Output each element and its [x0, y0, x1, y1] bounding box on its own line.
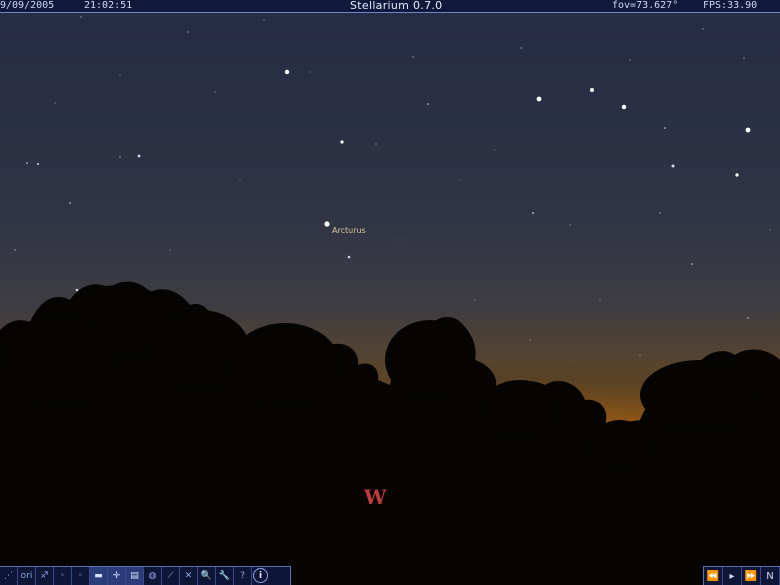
star[interactable] — [590, 88, 594, 92]
star[interactable] — [520, 47, 522, 49]
constellation-art-icon: ♐ — [40, 571, 49, 581]
star[interactable] — [747, 317, 749, 319]
star[interactable] — [239, 179, 241, 181]
ground-button[interactable]: ▬ — [90, 567, 108, 585]
nebula-icon: ◍ — [148, 571, 157, 581]
atmosphere-button[interactable]: ▤ — [126, 567, 144, 585]
star[interactable] — [375, 143, 377, 145]
date-readout: 9/09/2005 — [0, 0, 55, 11]
star[interactable] — [599, 299, 601, 301]
ground-icon: ▬ — [94, 571, 103, 581]
star[interactable] — [284, 69, 290, 75]
star[interactable] — [324, 221, 330, 227]
star[interactable] — [80, 16, 82, 18]
info-button[interactable]: i — [253, 568, 268, 583]
star[interactable] — [137, 154, 141, 158]
search-button[interactable]: 🔍 — [198, 567, 216, 585]
constellation-art-button[interactable]: ♐ — [36, 567, 54, 585]
fast-forward-icon: ⏩ — [744, 570, 758, 582]
stellarium-window: Arcturus W 9/09/2005 21:02:51 Stellarium… — [0, 0, 780, 585]
equatorial-mount-icon: ⟋ — [167, 571, 174, 581]
main-toolbar: ⋰ ori ♐ ◦ ◦ ▬ ✛ ▤ ◍ ⟋ ✕ 🔍 🔧 ? i — [0, 566, 291, 585]
sky-view[interactable] — [0, 0, 780, 585]
star[interactable] — [474, 299, 476, 301]
cardinal-point-west: W — [364, 485, 387, 509]
star[interactable] — [769, 229, 771, 231]
azimuth-grid-button[interactable]: ◦ — [54, 567, 72, 585]
star[interactable] — [214, 91, 216, 93]
fov-readout: fov=73.627° — [612, 0, 679, 11]
rewind-button[interactable]: ⏪ — [704, 567, 723, 585]
star[interactable] — [309, 71, 311, 73]
star[interactable] — [399, 239, 401, 241]
rewind-icon: ⏪ — [706, 570, 720, 582]
star[interactable] — [702, 28, 704, 30]
azimuth-grid-icon: ◦ — [59, 571, 66, 581]
equatorial-mount-button[interactable]: ⟋ — [162, 567, 180, 585]
cardinal-points-icon: ✛ — [112, 571, 121, 581]
star[interactable] — [427, 103, 429, 105]
star[interactable] — [119, 156, 121, 158]
top-status-bar: 9/09/2005 21:02:51 Stellarium 0.7.0 fov=… — [0, 0, 780, 13]
star[interactable] — [14, 249, 16, 251]
constellation-names-icon: ori — [20, 571, 33, 581]
star[interactable] — [347, 255, 351, 259]
app-title: Stellarium 0.7.0 — [350, 0, 443, 12]
constellation-lines-icon: ⋰ — [4, 571, 13, 581]
star[interactable] — [671, 164, 675, 168]
goto-button[interactable]: ✕ — [180, 567, 198, 585]
star[interactable] — [529, 339, 531, 341]
goto-icon: ✕ — [184, 571, 193, 581]
help-icon: ? — [240, 571, 245, 581]
star[interactable] — [459, 179, 461, 181]
time-readout: 21:02:51 — [84, 0, 133, 11]
now-icon: N — [766, 570, 774, 582]
search-icon: 🔍 — [200, 571, 213, 581]
configuration-icon: 🔧 — [218, 571, 231, 581]
star[interactable] — [187, 31, 189, 33]
equatorial-grid-icon: ◦ — [77, 571, 84, 581]
star[interactable] — [536, 96, 542, 102]
star[interactable] — [169, 249, 171, 251]
star[interactable] — [639, 354, 641, 356]
atmosphere-icon: ▤ — [130, 571, 139, 581]
equatorial-grid-button[interactable]: ◦ — [72, 567, 90, 585]
star[interactable] — [69, 202, 71, 204]
star[interactable] — [745, 127, 751, 133]
star[interactable] — [659, 212, 661, 214]
star[interactable] — [569, 224, 571, 226]
time-control-bar: ⏪ ▸ ⏩ N — [703, 566, 780, 585]
star[interactable] — [54, 102, 56, 104]
now-button[interactable]: N — [761, 567, 780, 585]
star[interactable] — [119, 74, 121, 76]
star-label-arcturus[interactable]: Arcturus — [332, 226, 366, 235]
fast-forward-button[interactable]: ⏩ — [742, 567, 761, 585]
configuration-button[interactable]: 🔧 — [216, 567, 234, 585]
star[interactable] — [743, 57, 745, 59]
constellation-lines-button[interactable]: ⋰ — [0, 567, 18, 585]
star[interactable] — [340, 140, 344, 144]
play-icon: ▸ — [729, 570, 735, 582]
star[interactable] — [279, 127, 281, 129]
star[interactable] — [621, 104, 627, 110]
star[interactable] — [494, 149, 496, 151]
star[interactable] — [75, 288, 79, 292]
star[interactable] — [664, 127, 666, 129]
star[interactable] — [735, 173, 739, 177]
nebula-button[interactable]: ◍ — [144, 567, 162, 585]
fps-readout: FPS:33.90 — [703, 0, 758, 11]
play-button[interactable]: ▸ — [723, 567, 742, 585]
star[interactable] — [532, 212, 534, 214]
constellation-names-button[interactable]: ori — [18, 567, 36, 585]
star[interactable] — [26, 162, 28, 164]
star[interactable] — [263, 19, 265, 21]
help-button[interactable]: ? — [234, 567, 252, 585]
info-icon: i — [258, 570, 263, 581]
star[interactable] — [691, 263, 693, 265]
star[interactable] — [629, 59, 631, 61]
cardinal-points-button[interactable]: ✛ — [108, 567, 126, 585]
star[interactable] — [412, 56, 414, 58]
star[interactable] — [37, 163, 39, 165]
